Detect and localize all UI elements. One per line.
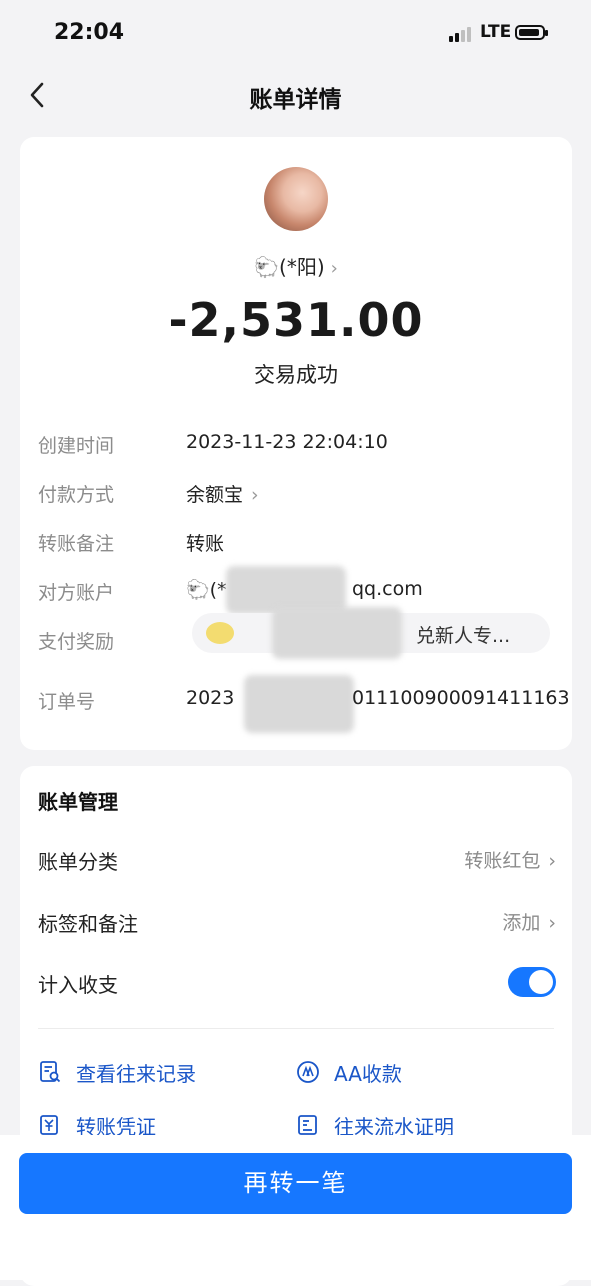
transaction-card: 🐑(*阳) › -2,531.00 交易成功 创建时间 2023-11-23 22… — [20, 137, 572, 750]
coin-icon — [206, 622, 234, 644]
detail-row-order-number: 订单号 2023 011100900091411163 — [38, 675, 570, 733]
bill-category-row[interactable]: 账单分类 转账红包 › — [38, 846, 556, 876]
detail-label: 转账备注 — [38, 533, 115, 555]
row-label: 标签和备注 — [38, 912, 138, 936]
order-suffix: 011100900091411163 — [352, 687, 570, 709]
payee-avatar[interactable] — [264, 167, 328, 231]
payee-name: 🐑(*阳) — [254, 255, 325, 279]
detail-value: 转账 — [186, 533, 225, 555]
detail-row-created-time: 创建时间 2023-11-23 22:04:10 — [38, 431, 558, 461]
detail-label: 对方账户 — [38, 582, 115, 604]
status-time: 22:04 — [54, 20, 125, 45]
voucher-icon — [40, 1115, 58, 1135]
row-label: 账单分类 — [38, 850, 118, 874]
detail-row-counterparty: 对方账户 🐑(* qq.com — [38, 566, 558, 614]
action-label: 查看往来记录 — [76, 1062, 196, 1086]
records-icon — [40, 1061, 61, 1083]
page-title: 账单详情 — [249, 87, 342, 113]
transfer-again-button[interactable]: 再转一笔 — [19, 1153, 572, 1214]
divider — [38, 1028, 554, 1029]
detail-value: 2023 011100900091411163 — [186, 675, 570, 733]
nav-bar: 账单详情 — [0, 68, 591, 126]
row-value: 转账红包 › — [464, 846, 556, 873]
detail-value: 🐑(* qq.com — [186, 566, 423, 614]
include-in-stats-row: 计入收支 — [38, 967, 556, 999]
status-bar: 22:04 LTE — [0, 0, 591, 68]
statement-icon — [298, 1115, 317, 1135]
counterparty-prefix: 🐑(* — [186, 579, 227, 601]
tags-notes-value: 添加 — [502, 912, 541, 934]
row-label: 计入收支 — [38, 973, 118, 997]
detail-label: 付款方式 — [38, 484, 115, 506]
detail-row-note: 转账备注 转账 — [38, 529, 558, 559]
detail-value-payment-method[interactable]: 余额宝 › — [186, 480, 259, 507]
battery-icon — [515, 25, 548, 40]
toggle-knob — [529, 970, 553, 994]
payment-method-text: 余额宝 — [186, 484, 244, 506]
include-in-stats-toggle[interactable] — [508, 967, 556, 997]
chevron-right-icon: › — [251, 484, 259, 506]
chevron-right-icon: › — [330, 258, 338, 279]
chevron-right-icon: › — [548, 850, 556, 872]
counterparty-suffix: qq.com — [352, 578, 423, 600]
reward-text: 兑新人专... — [416, 625, 511, 647]
payee-row[interactable]: 🐑(*阳) › — [20, 251, 572, 280]
section-title: 账单管理 — [38, 790, 118, 814]
detail-label: 创建时间 — [38, 435, 115, 457]
redaction-blur — [244, 675, 354, 733]
transaction-status: 交易成功 — [254, 363, 338, 387]
transaction-amount: -2,531.00 — [168, 293, 424, 347]
signal-icon — [449, 26, 475, 42]
detail-row-reward: 支付奖励 兑新人专... — [38, 607, 558, 659]
action-label: AA收款 — [334, 1062, 402, 1086]
redaction-blur — [272, 607, 402, 659]
order-prefix: 2023 — [186, 687, 235, 709]
detail-label: 订单号 — [38, 691, 96, 713]
detail-label: 支付奖励 — [38, 631, 115, 653]
detail-row-payment-method[interactable]: 付款方式 余额宝 › — [38, 480, 558, 510]
row-value: 添加 › — [502, 908, 556, 935]
chevron-right-icon: › — [548, 912, 556, 934]
bill-category-value: 转账红包 — [464, 850, 541, 872]
reward-pill[interactable]: 兑新人专... — [192, 607, 550, 659]
detail-value: 2023-11-23 22:04:10 — [186, 431, 388, 453]
tags-notes-row[interactable]: 标签和备注 添加 › — [38, 908, 556, 938]
aa-icon — [297, 1061, 319, 1083]
network-label: LTE — [480, 22, 512, 42]
